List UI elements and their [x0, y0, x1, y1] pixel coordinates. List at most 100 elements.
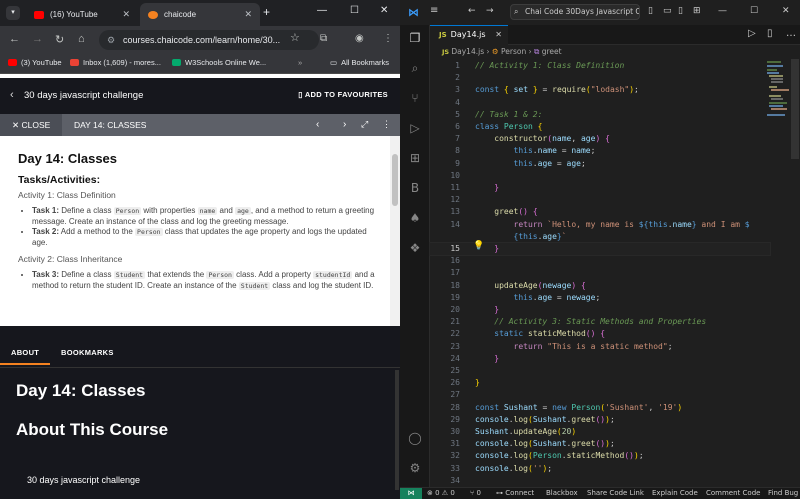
reload-icon[interactable]: ↻ [55, 33, 64, 46]
settings-gear-icon[interactable]: ⚙ [408, 461, 422, 475]
split-editor-icon[interactable]: ▯ [767, 28, 773, 39]
profile-avatar[interactable]: ◉ [355, 33, 364, 44]
bookmark-star-icon[interactable]: ☆ [290, 31, 300, 44]
code-line[interactable]: 10 [430, 170, 770, 182]
ports-indicator[interactable]: ⑂ 0 [470, 488, 481, 499]
search-icon[interactable]: ⌕ [408, 61, 422, 75]
code-line[interactable]: 22 static staticMethod() { [430, 328, 770, 340]
expand-icon[interactable]: ⤢ [361, 119, 368, 130]
menu-icon[interactable]: ⋮ [383, 33, 393, 44]
code-line[interactable]: 20 } [430, 304, 770, 316]
tab-day14-js[interactable]: JS Day14.js ✕ [430, 25, 508, 45]
code-line[interactable]: 13 greet() { [430, 206, 770, 218]
content-scrollbar[interactable] [390, 136, 400, 326]
more-actions-icon[interactable]: … [786, 28, 796, 39]
close-icon[interactable]: ✕ [495, 26, 502, 44]
code-line[interactable]: 1 // Activity 1: Class Definition [430, 60, 770, 72]
new-tab-button[interactable]: + [263, 5, 270, 19]
close-icon[interactable]: ✕ [244, 9, 252, 20]
customize-layout-icon[interactable]: ⊞ [693, 6, 701, 16]
all-bookmarks[interactable]: ▭ All Bookmarks [330, 58, 389, 67]
breadcrumb-class[interactable]: Person [501, 47, 526, 56]
code-line[interactable]: 16 [430, 255, 770, 267]
code-line[interactable]: 4 [430, 97, 770, 109]
connect-button[interactable]: ⊶ Connect [496, 488, 534, 499]
maximize-icon[interactable]: ☐ [350, 5, 359, 16]
forward-icon[interactable]: → [486, 6, 494, 16]
code-line[interactable]: 12 [430, 194, 770, 206]
tab-chaicode[interactable]: chaicode ✕ [140, 3, 260, 26]
prev-chevron-icon[interactable]: ‹ [316, 119, 319, 130]
code-line[interactable]: 3 const { set } = require("lodash"); [430, 84, 770, 96]
comment-code-button[interactable]: Comment Code [706, 488, 760, 499]
add-to-favourites-button[interactable]: ▯ ADD TO FAVOURITES [298, 90, 388, 99]
minimize-icon[interactable]: — [317, 5, 327, 16]
code-editor[interactable]: 1// Activity 1: Class Definition 2 3 const … [429, 59, 771, 497]
next-chevron-icon[interactable]: › [343, 119, 346, 130]
figma-icon[interactable]: ❖ [408, 241, 422, 255]
extensions-icon[interactable]: ⊞ [408, 151, 422, 165]
more-icon[interactable]: ⋮ [382, 119, 391, 130]
code-line[interactable]: 27 [430, 389, 770, 401]
code-line[interactable]: 23 return "This is a static method"; [430, 341, 770, 353]
remote-indicator-icon[interactable]: ⋈ [400, 488, 422, 499]
close-icon[interactable]: ✕ [122, 9, 130, 20]
explain-code-button[interactable]: Explain Code [652, 488, 698, 499]
problems-indicator[interactable]: ⊗ 0 ⚠ 0 [427, 488, 455, 499]
run-icon[interactable]: ▷ [748, 28, 756, 39]
code-line[interactable]: 6 class Person { [430, 121, 770, 133]
code-line[interactable]: 5 // Task 1 & 2: [430, 109, 770, 121]
code-line[interactable]: 21 // Activity 3: Static Methods and Pro… [430, 316, 770, 328]
code-line[interactable]: 17 [430, 267, 770, 279]
editor-scrollbar[interactable] [791, 59, 799, 159]
breadcrumb-method[interactable]: greet [542, 47, 562, 56]
site-info-icon[interactable]: ⚙ [107, 30, 115, 50]
explorer-icon[interactable]: ❐ [408, 31, 422, 45]
code-line[interactable]: 24 } [430, 353, 770, 365]
code-line[interactable]: 14 return `Hello, my name is ${this.name… [430, 219, 770, 231]
code-line[interactable]: 30 Sushant.updateAge(20) [430, 426, 770, 438]
bookmark-w3schools[interactable]: W3Schools Online We... [172, 58, 266, 67]
code-line[interactable]: 31 console.log(Sushant.greet()); [430, 438, 770, 450]
scrollbar-thumb[interactable] [392, 154, 398, 206]
mongodb-icon[interactable]: ♠ [408, 211, 422, 225]
run-debug-icon[interactable]: ▷ [408, 121, 422, 135]
close-window-icon[interactable]: ✕ [380, 5, 388, 16]
account-icon[interactable]: ◯ [408, 431, 422, 445]
close-lesson-button[interactable]: ✕ CLOSE [0, 114, 62, 136]
url-input[interactable]: ⚙ courses.chaicode.com/learn/home/30... [99, 30, 319, 50]
bookmark-gmail[interactable]: Inbox (1,609) - mores... [70, 58, 161, 67]
command-center-search[interactable]: ⌕ Chai Code 30Days Javascript Challe [510, 4, 640, 20]
breadcrumb-file[interactable]: Day14.js [451, 47, 484, 56]
code-line[interactable]: 2 [430, 72, 770, 84]
find-bug-button[interactable]: Find Bug [768, 488, 798, 499]
tab-youtube[interactable]: (16) YouTube ✕ [26, 3, 138, 26]
about-scrollbar[interactable] [395, 370, 399, 490]
blackbox-button[interactable]: Blackbox [546, 488, 578, 499]
lightbulb-icon[interactable]: 💡 [473, 241, 484, 251]
minimize-icon[interactable]: — [718, 6, 727, 16]
code-line[interactable]: 32 console.log(Person.staticMethod()); [430, 450, 770, 462]
blackbox-icon[interactable]: B [408, 181, 422, 195]
code-line[interactable]: 34 [430, 475, 770, 487]
layout-sidebar-icon[interactable]: ▯ [648, 6, 653, 16]
code-line[interactable]: 26} [430, 377, 770, 389]
back-icon[interactable]: ← [9, 33, 20, 45]
layout-panel-icon[interactable]: ▭ [663, 6, 672, 16]
bookmarks-overflow-icon[interactable]: » [298, 58, 302, 67]
tab-bookmarks[interactable]: BOOKMARKS [61, 348, 114, 357]
bookmark-youtube[interactable]: (3) YouTube [8, 58, 62, 67]
extensions-icon[interactable]: ⧉ [320, 33, 327, 44]
menu-icon[interactable]: ≡ [430, 5, 438, 16]
close-window-icon[interactable]: ✕ [782, 6, 790, 16]
tab-search-button[interactable]: ▾ [6, 6, 20, 20]
code-line[interactable]: 25 [430, 365, 770, 377]
home-icon[interactable]: ⌂ [78, 33, 85, 45]
code-line[interactable]: 8 this.name = name; [430, 145, 770, 157]
code-line[interactable]: 19 this.age = newage; [430, 292, 770, 304]
layout-secondary-icon[interactable]: ▯ [678, 6, 683, 16]
maximize-icon[interactable]: ☐ [750, 6, 758, 16]
back-icon[interactable]: ← [468, 6, 476, 16]
code-line[interactable]: 9 this.age = age; [430, 158, 770, 170]
forward-icon[interactable]: → [32, 33, 43, 45]
